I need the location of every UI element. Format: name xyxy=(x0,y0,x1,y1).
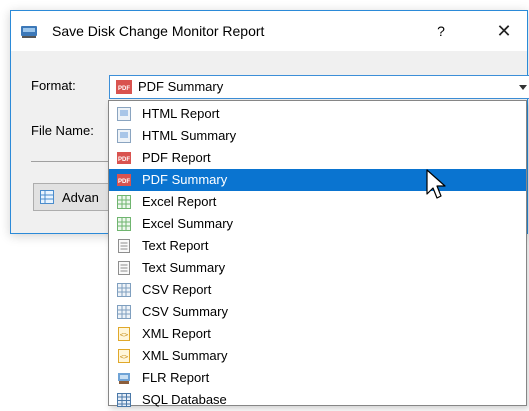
list-item-label: XML Summary xyxy=(142,348,228,363)
html-icon xyxy=(117,129,131,143)
list-item[interactable]: Text Report xyxy=(109,235,526,257)
list-item[interactable]: PDF PDF Report xyxy=(109,147,526,169)
title-bar[interactable]: Save Disk Change Monitor Report ? ✕ xyxy=(11,11,527,51)
flr-icon xyxy=(118,373,130,384)
list-item-label: PDF Summary xyxy=(142,172,228,187)
text-icon xyxy=(118,261,130,275)
xml-icon: <> xyxy=(118,349,130,363)
list-item-label: XML Report xyxy=(142,326,211,341)
list-item-selected[interactable]: PDF PDF Summary xyxy=(109,169,526,191)
list-item-label: HTML Report xyxy=(142,106,220,121)
list-item-label: Text Summary xyxy=(142,260,226,275)
list-item[interactable]: <> XML Summary xyxy=(109,345,526,367)
svg-text:<>: <> xyxy=(120,331,128,339)
advanced-button-label: Advan xyxy=(62,190,99,205)
list-item-label: FLR Report xyxy=(142,370,210,385)
svg-text:PDF: PDF xyxy=(118,179,130,185)
list-item[interactable]: Excel Summary xyxy=(109,213,526,235)
excel-icon xyxy=(117,217,131,231)
list-item-label: PDF Report xyxy=(142,150,211,165)
list-item[interactable]: CSV Summary xyxy=(109,301,526,323)
list-item-label: SQL Database xyxy=(142,392,227,407)
close-button[interactable]: ✕ xyxy=(490,17,518,45)
list-item-label: CSV Report xyxy=(142,282,212,297)
list-item[interactable]: <> XML Report xyxy=(109,323,526,345)
format-label: Format: xyxy=(31,78,76,93)
list-item-label: Excel Report xyxy=(142,194,217,209)
disk-icon xyxy=(21,26,37,38)
list-item-label: CSV Summary xyxy=(142,304,228,319)
csv-icon xyxy=(117,283,131,297)
list-item-label: HTML Summary xyxy=(142,128,237,143)
list-item[interactable]: CSV Report xyxy=(109,279,526,301)
mouse-cursor-icon xyxy=(426,169,446,199)
separator xyxy=(31,161,117,162)
pdf-icon: PDF xyxy=(117,152,131,164)
table-icon xyxy=(40,190,54,204)
chevron-down-icon[interactable] xyxy=(519,85,527,90)
text-icon xyxy=(118,239,130,253)
list-item[interactable]: HTML Report xyxy=(109,103,526,125)
database-icon xyxy=(117,393,131,407)
format-select[interactable]: PDF PDF Summary xyxy=(109,75,529,99)
list-item-label: Excel Summary xyxy=(142,216,234,231)
format-select-value: PDF Summary xyxy=(138,79,224,94)
pdf-icon: PDF xyxy=(117,174,131,186)
list-item[interactable]: Excel Report xyxy=(109,191,526,213)
list-item[interactable]: FLR Report xyxy=(109,367,526,389)
xml-icon: <> xyxy=(118,327,130,341)
dialog-title: Save Disk Change Monitor Report xyxy=(52,23,265,39)
list-item-label: Text Report xyxy=(142,238,209,253)
svg-text:<>: <> xyxy=(120,353,128,361)
format-dropdown-list: HTML Report HTML Summary PDF PDF Report … xyxy=(108,100,527,407)
svg-text:PDF: PDF xyxy=(118,157,130,163)
list-item[interactable]: HTML Summary xyxy=(109,125,526,147)
help-button[interactable]: ? xyxy=(429,18,453,44)
svg-text:PDF: PDF xyxy=(118,86,130,92)
html-icon xyxy=(117,107,131,121)
excel-icon xyxy=(117,195,131,209)
csv-icon xyxy=(117,305,131,319)
filename-label: File Name: xyxy=(31,123,94,138)
list-item[interactable]: Text Summary xyxy=(109,257,526,279)
pdf-icon: PDF xyxy=(116,80,132,94)
